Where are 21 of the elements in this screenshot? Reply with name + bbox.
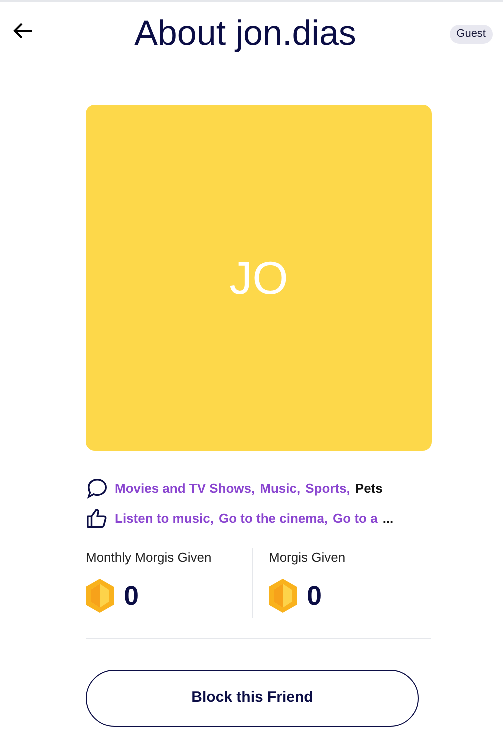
avatar-initials: JO [230, 250, 288, 306]
stat-value: 0 [124, 580, 140, 612]
interest-tag: Pets [355, 478, 383, 498]
stat-value: 0 [307, 580, 322, 612]
block-friend-button[interactable]: Block this Friend [86, 670, 419, 727]
interest-tag: Go to a [333, 508, 378, 528]
interest-tag: Movies and TV Shows, [115, 478, 256, 498]
stat-label: Morgis Given [269, 549, 346, 567]
speech-bubble-icon [86, 477, 109, 500]
interest-tag: Go to the cinema, [218, 508, 328, 528]
more-indicator: ... [382, 510, 394, 528]
page-title: About jon.dias [134, 16, 356, 50]
interest-tag: Music, [260, 478, 301, 498]
guest-badge: Guest [450, 25, 493, 44]
interest-tag: Listen to music, [115, 508, 214, 528]
gem-icon [269, 578, 297, 613]
thumbs-up-icon [86, 507, 109, 530]
stat-label: Monthly Morgis Given [86, 549, 213, 567]
interest-tag: Sports, [306, 478, 350, 498]
gem-icon [86, 578, 114, 613]
back-arrow-icon[interactable] [13, 22, 33, 40]
